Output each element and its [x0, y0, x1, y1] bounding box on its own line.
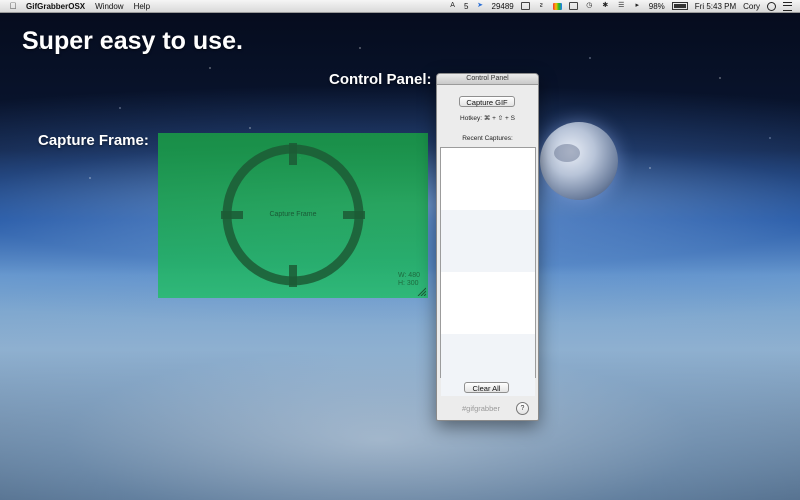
- script-icon[interactable]: ᴤ: [537, 2, 546, 10]
- resize-grip-icon[interactable]: [417, 287, 426, 296]
- battery-icon[interactable]: [671, 2, 688, 10]
- volume-icon[interactable]: ▸: [633, 2, 642, 10]
- menu-clock[interactable]: Fri 5:43 PM: [695, 2, 736, 11]
- frame-width: W: 480: [397, 272, 420, 279]
- wifi-icon[interactable]: ☰: [617, 2, 626, 10]
- capture-gif-button[interactable]: Capture GIF: [459, 96, 515, 107]
- hashtag-link[interactable]: #gifgrabber: [462, 404, 500, 413]
- list-item[interactable]: [441, 148, 535, 210]
- recent-captures-list[interactable]: [440, 147, 536, 396]
- capture-frame-title: Capture Frame: [269, 211, 317, 218]
- battery-percent: 98%: [648, 1, 665, 11]
- app-icon[interactable]: [520, 2, 530, 10]
- menu-user[interactable]: Cory: [743, 2, 760, 11]
- menu-app-name[interactable]: GifGrabberOSX: [26, 2, 85, 11]
- frame-dimensions: W: 480 H: 300: [398, 272, 420, 288]
- status-area: A 5 ➤ 29489 ᴤ ◷ ✱ ☰ ▸ 98% Fri 5:43 PM Co…: [448, 1, 792, 11]
- list-item[interactable]: [441, 210, 535, 272]
- mail-icon[interactable]: ➤: [476, 2, 485, 10]
- list-item[interactable]: [441, 272, 535, 334]
- color-icon[interactable]: [552, 2, 562, 10]
- help-icon[interactable]: ?: [516, 402, 529, 415]
- panel-title[interactable]: Control Panel: [437, 74, 538, 85]
- adobe-icon[interactable]: A: [448, 2, 457, 10]
- apple-logo-icon[interactable]: : [8, 1, 18, 11]
- adobe-count: 5: [464, 1, 469, 11]
- recent-captures-label: Recent Captures:: [462, 135, 513, 142]
- time-machine-icon[interactable]: ◷: [585, 2, 594, 10]
- menu-bar:  GifGrabberOSX Window Help A 5 ➤ 29489 …: [0, 0, 800, 13]
- spotlight-search-icon[interactable]: [767, 1, 776, 11]
- headline: Super easy to use.: [22, 27, 243, 55]
- window-icon[interactable]: [568, 2, 578, 10]
- hotkey-text: Hotkey: ⌘ + ⇧ + S: [460, 115, 515, 122]
- control-panel-label: Control Panel:: [329, 71, 432, 88]
- clear-all-button[interactable]: Clear All: [464, 382, 509, 393]
- notification-center-icon[interactable]: [783, 1, 792, 11]
- capture-frame[interactable]: Capture Frame W: 480 H: 300: [158, 133, 428, 298]
- inbox-count: 29489: [491, 1, 514, 11]
- menu-help[interactable]: Help: [134, 2, 150, 11]
- capture-frame-label: Capture Frame:: [38, 132, 149, 149]
- control-panel-window: Control Panel Capture GIF Hotkey: ⌘ + ⇧ …: [436, 73, 539, 421]
- moon: [540, 122, 618, 200]
- bluetooth-icon[interactable]: ✱: [601, 2, 610, 10]
- menu-window[interactable]: Window: [95, 2, 123, 11]
